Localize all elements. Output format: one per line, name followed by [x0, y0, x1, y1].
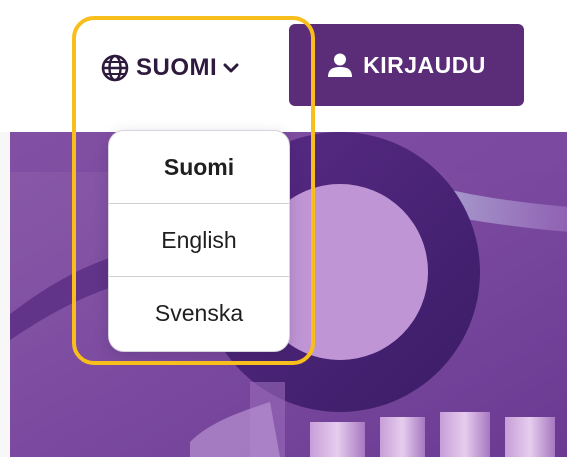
chevron-down-icon	[223, 60, 239, 76]
globe-icon	[100, 53, 130, 83]
language-option-svenska[interactable]: Svenska	[109, 277, 289, 350]
language-option-suomi[interactable]: Suomi	[109, 131, 289, 204]
language-selector-label: SUOMI	[136, 54, 218, 81]
login-button-label: KIRJAUDU	[363, 51, 486, 78]
user-icon	[327, 52, 353, 78]
language-option-english[interactable]: English	[109, 204, 289, 277]
page: SUOMI KIRJAUDU Suomi English Svenska	[0, 0, 567, 457]
language-menu: Suomi English Svenska	[108, 130, 290, 352]
login-button[interactable]: KIRJAUDU	[289, 24, 524, 106]
header-bar: SUOMI KIRJAUDU	[0, 0, 567, 132]
language-selector[interactable]: SUOMI	[100, 48, 239, 88]
